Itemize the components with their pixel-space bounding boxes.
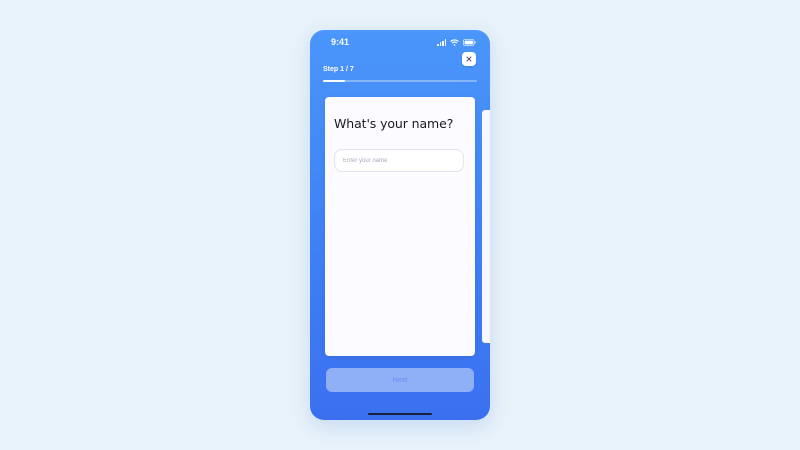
next-button[interactable]: Next: [326, 368, 474, 392]
home-indicator: [368, 413, 432, 415]
signal-icon: [437, 38, 446, 46]
next-card-peek: [482, 110, 490, 343]
step-label: Step 1 / 7: [323, 66, 354, 73]
close-button[interactable]: [462, 52, 476, 66]
question-title: What's your name?: [334, 116, 454, 131]
battery-icon: [463, 38, 476, 46]
status-bar: 9:41: [310, 30, 490, 54]
status-icons: [437, 38, 476, 46]
progress-fill: [323, 80, 345, 82]
question-card: What's your name?: [325, 97, 475, 356]
close-icon: [466, 56, 472, 62]
wifi-icon: [450, 38, 459, 46]
name-input[interactable]: [334, 149, 464, 172]
status-time: 9:41: [331, 37, 350, 47]
phone-screen: 9:41 Step 1 / 7 What's your name? Enter …: [310, 30, 490, 420]
progress-bar: [323, 80, 477, 82]
